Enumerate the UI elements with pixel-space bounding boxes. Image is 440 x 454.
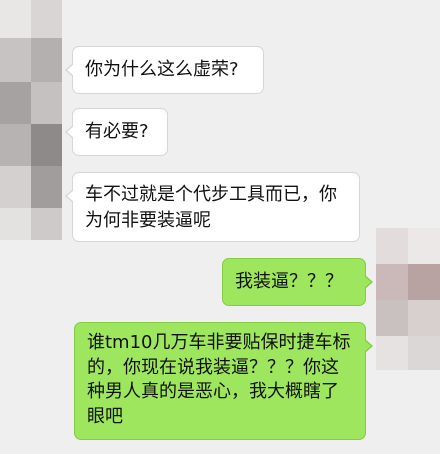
- message-bubble-incoming[interactable]: 你为什么这么虚荣?: [65, 46, 264, 94]
- contact-avatar-icon[interactable]: [0, 0, 62, 240]
- message-text: 你为什么这么虚荣?: [85, 59, 239, 80]
- message-text: 我装逼？？？: [235, 271, 343, 292]
- message-bubble-incoming[interactable]: 有必要?: [65, 108, 168, 156]
- my-avatar-icon[interactable]: [376, 228, 440, 370]
- message-bubble-incoming[interactable]: 车不过就是个代步工具而已，你为何非要装逼呢: [65, 172, 360, 242]
- message-text: 谁tm10几万车非要贴保时捷车标的，你现在说我装逼？？？你这种男人真的是恶心，我…: [87, 332, 351, 427]
- message-text: 有必要?: [85, 121, 149, 142]
- message-text: 车不过就是个代步工具而已，你为何非要装逼呢: [85, 184, 337, 231]
- message-bubble-outgoing[interactable]: 谁tm10几万车非要贴保时捷车标的，你现在说我装逼？？？你这种男人真的是恶心，我…: [74, 322, 373, 440]
- message-bubble-outgoing[interactable]: 我装逼？？？: [222, 258, 373, 306]
